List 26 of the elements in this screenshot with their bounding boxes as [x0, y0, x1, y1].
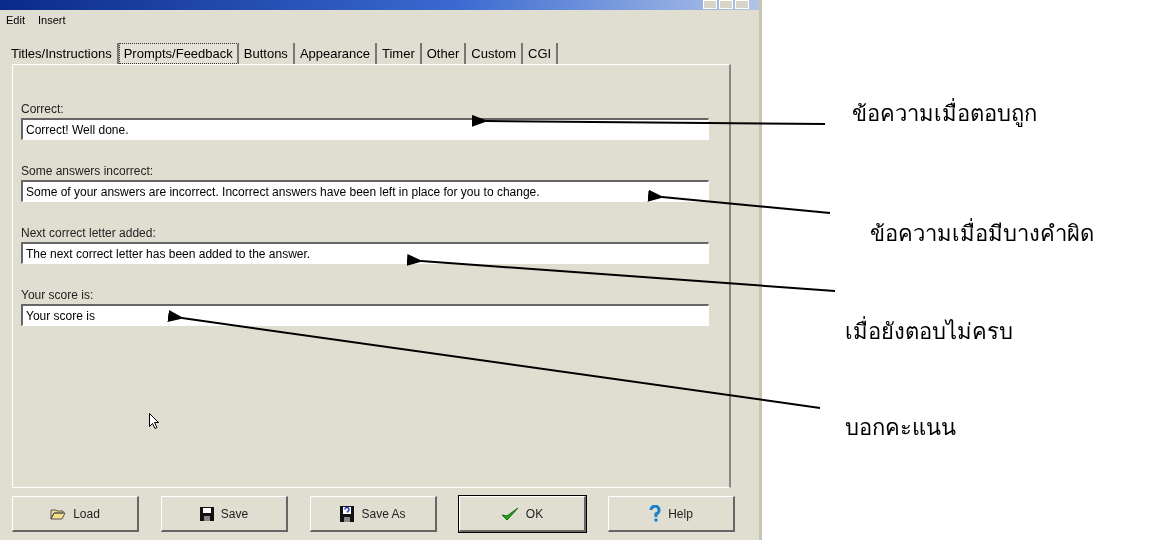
dialog-button[interactable]: OK: [459, 496, 586, 532]
tab[interactable]: CGI: [523, 43, 559, 64]
tab[interactable]: Buttons: [238, 43, 295, 64]
dialog-button[interactable]: Save As: [310, 496, 437, 532]
menu-item[interactable]: Edit: [6, 14, 25, 30]
tab[interactable]: Other: [421, 43, 467, 64]
field-label: Some answers incorrect:: [21, 164, 155, 180]
dialog-button[interactable]: Load: [12, 496, 139, 532]
text-field[interactable]: Some of your answers are incorrect. Incorrect answers have been left in place for you to change.: [21, 180, 709, 202]
annotation-text: ข้อความเมื่อตอบถูก: [852, 96, 1037, 131]
tab[interactable]: Timer: [377, 43, 422, 64]
field-label: Correct:: [21, 102, 65, 118]
tab[interactable]: Prompts/Feedback: [118, 43, 239, 64]
dialog-button[interactable]: Save: [161, 496, 288, 532]
field-label: Next correct letter added:: [21, 226, 157, 242]
tab[interactable]: Appearance: [294, 43, 377, 64]
annotation-text: บอกคะแนน: [845, 414, 956, 442]
text-field[interactable]: The next correct letter has been added to the answer.: [21, 242, 709, 264]
annotation-text: เมื่อยังตอบไม่ครบ: [845, 314, 1013, 349]
text-field[interactable]: Correct! Well done.: [21, 118, 709, 140]
text-field[interactable]: Your score is: [21, 304, 709, 326]
dialog-button[interactable]: Help: [608, 496, 735, 532]
annotation-text: ข้อความเมื่อมีบางคำผิด: [870, 216, 1094, 251]
menu-item[interactable]: Insert: [37, 14, 66, 30]
field-label: Your score is:: [21, 288, 95, 304]
tab[interactable]: Custom: [466, 43, 524, 64]
